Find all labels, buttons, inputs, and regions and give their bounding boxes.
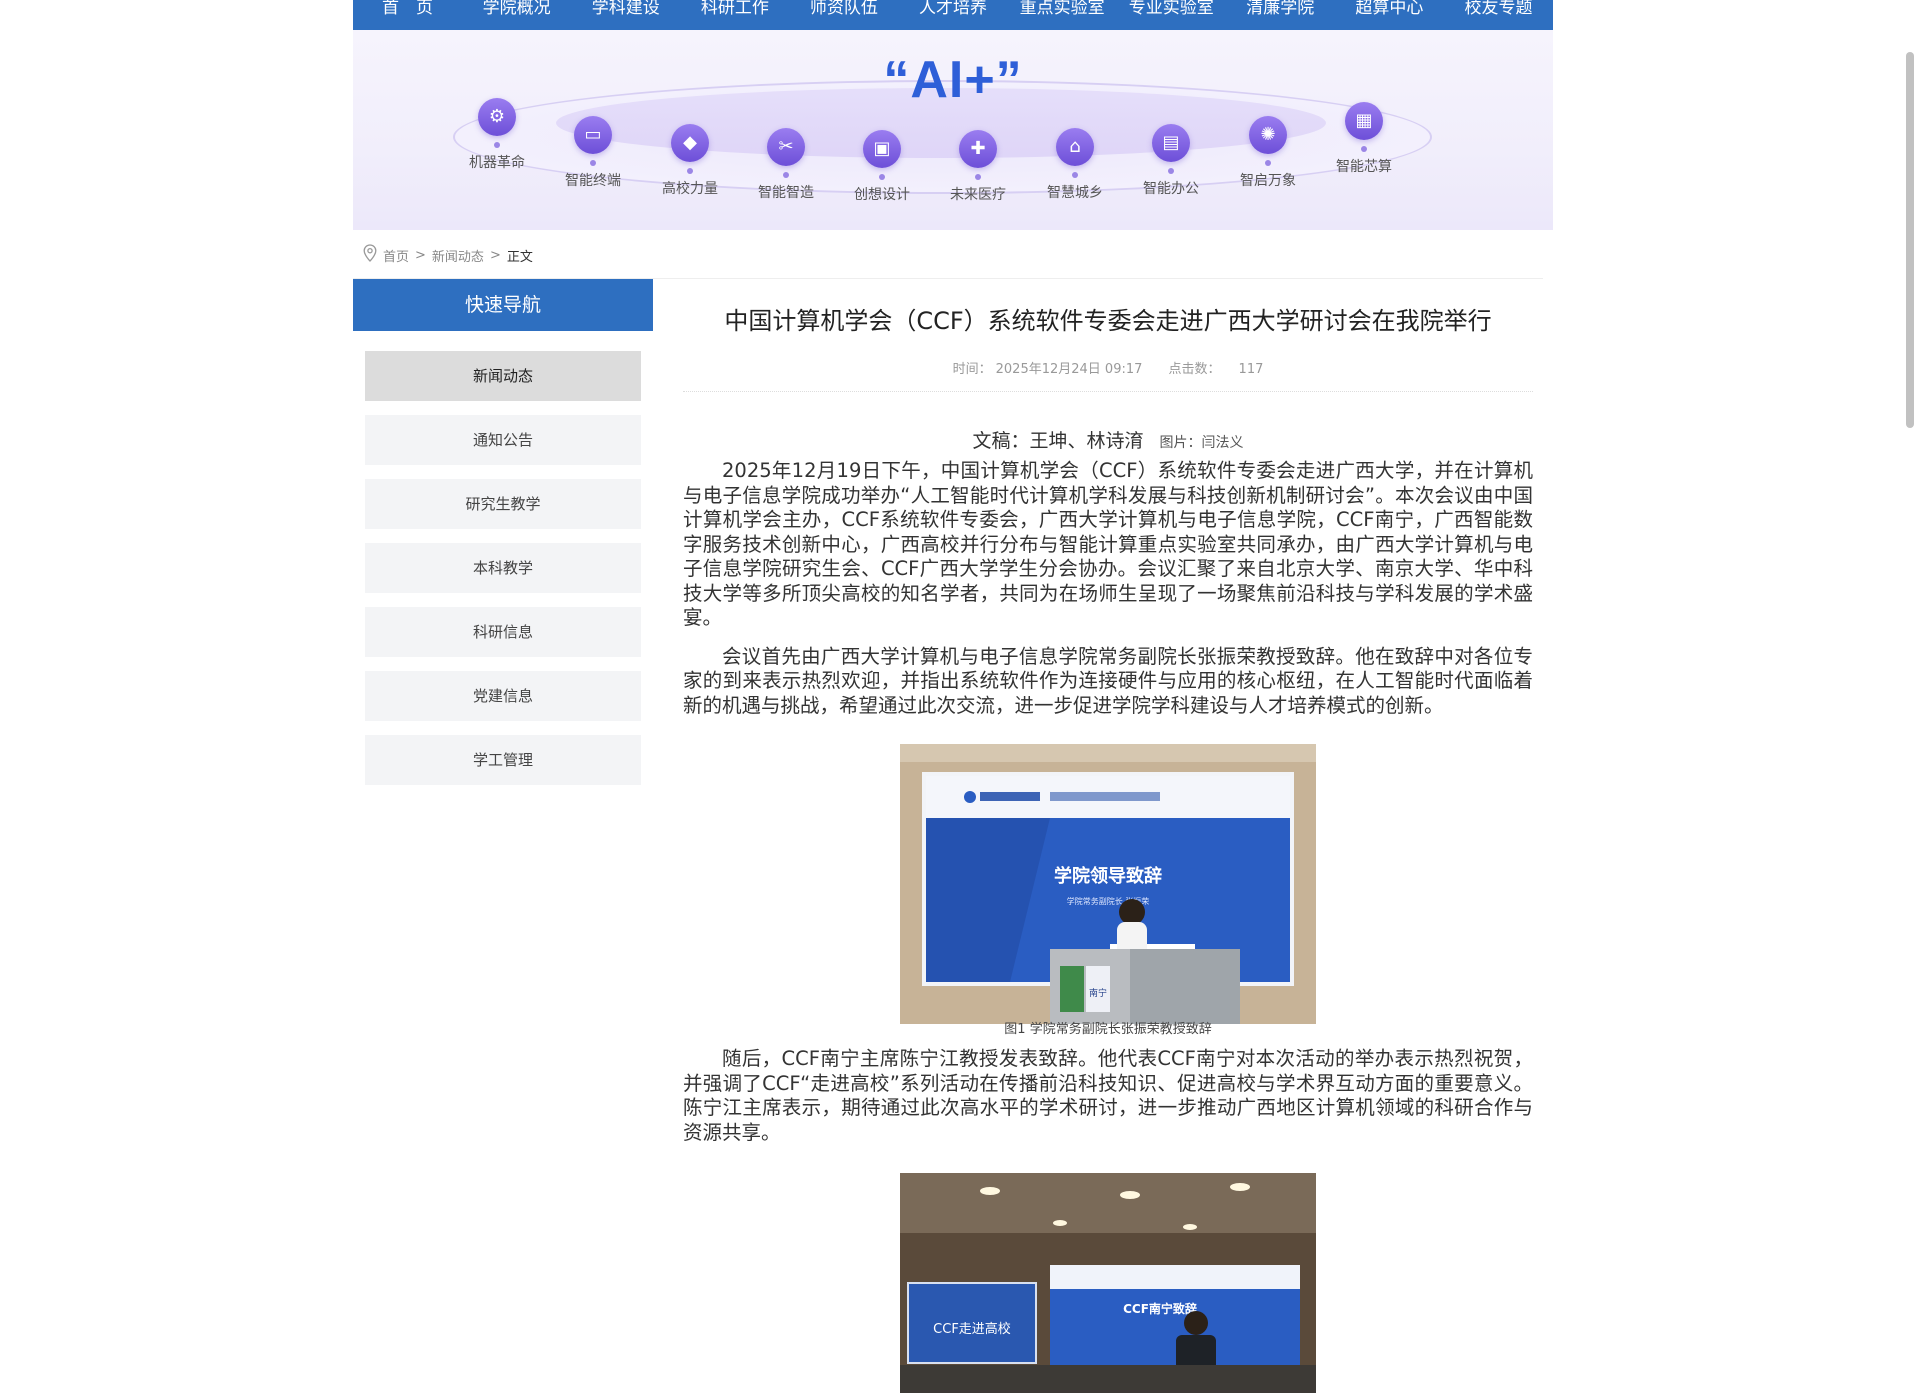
article-paragraph: 随后，CCF南宁主席陈宁江教授发表致辞。他代表CCF南宁对本次活动的举办表示热烈… [683, 1047, 1533, 1144]
banner-node-office: ▤ 智能办公 [1121, 124, 1221, 198]
nav-supercomputing[interactable]: 超算中心 [1335, 0, 1444, 23]
photo1-podium-text: 南宁 [1089, 987, 1107, 999]
nav-pro-lab[interactable]: 专业实验室 [1117, 0, 1226, 23]
location-pin-icon [363, 244, 377, 266]
banner-node-manufacturing: ✂ 智能智造 [736, 128, 836, 202]
nav-faculty[interactable]: 师资队伍 [789, 0, 898, 23]
medical-kit-icon: ✚ [959, 130, 997, 168]
hit-count: 117 [1238, 362, 1264, 377]
photo2-banner-text: CCF走进高校 [933, 1321, 1011, 1337]
sidebar-item-notices[interactable]: 通知公告 [365, 415, 641, 465]
nav-alumni[interactable]: 校友专题 [1444, 0, 1553, 23]
photo1-screen-title: 学院领导致辞 [1054, 865, 1162, 887]
breadcrumb-separator: > [415, 247, 426, 263]
banner-node-chip: ▦ 智能芯算 [1314, 102, 1414, 176]
byline-writer: 文稿：王坤、林诗淯 [972, 430, 1144, 452]
hits-label: 点击数： [1168, 362, 1221, 377]
breadcrumb: 首页 > 新闻动态 > 正文 [363, 244, 533, 266]
byline-photographer: 图片：闫法义 [1159, 435, 1244, 451]
nav-integrity[interactable]: 清廉学院 [1226, 0, 1335, 23]
banner-node-innovation: ✺ 智启万象 [1218, 116, 1318, 190]
sidebar-menu: 新闻动态 通知公告 研究生教学 本科教学 科研信息 党建信息 学工管理 [365, 351, 641, 799]
banner-node-city: ⌂ 智慧城乡 [1025, 128, 1125, 202]
article-paragraph: 会议首先由广西大学计算机与电子信息学院常务副院长张振荣教授致辞。他在致辞中对各位… [683, 644, 1533, 717]
article-paragraph: 2025年12月19日下午，中国计算机学会（CCF）系统软件专委会走进广西大学，… [683, 459, 1533, 629]
breadcrumb-current: 正文 [506, 249, 533, 265]
photo-caption: 图1 学院常务副院长张振荣教授致辞 [1004, 1022, 1212, 1037]
sidebar-item-research[interactable]: 科研信息 [365, 607, 641, 657]
nav-home[interactable]: 首 页 [353, 0, 462, 23]
banner-node-medical: ✚ 未来医疗 [928, 130, 1028, 204]
graduation-cap-icon: ◆ [671, 124, 709, 162]
nav-key-lab[interactable]: 重点实验室 [1008, 0, 1117, 23]
home-icon: ⌂ [1056, 128, 1094, 166]
nav-research[interactable]: 科研工作 [680, 0, 789, 23]
publish-time: 2025年12月24日 09:17 [995, 362, 1143, 377]
top-navigation: 首 页 学院概况 学科建设 科研工作 师资队伍 人才培养 重点实验室 专业实验室… [353, 0, 1553, 30]
nav-discipline[interactable]: 学科建设 [571, 0, 680, 23]
sidebar-item-news[interactable]: 新闻动态 [365, 351, 641, 401]
article-photo-2: CCF南宁致辞 CCF走进高校 [900, 1173, 1316, 1393]
tools-icon: ✂ [767, 128, 805, 166]
sidebar-item-party[interactable]: 党建信息 [365, 671, 641, 721]
sidebar-title: 快速导航 [353, 279, 653, 331]
time-label: 时间： [952, 362, 992, 377]
breadcrumb-separator: > [489, 247, 501, 263]
banner-headline: “AI+” [883, 51, 1023, 109]
article-photo-1: 学院领导致辞 学院常务副院长 张振荣 南宁 [900, 744, 1316, 1024]
article-title: 中国计算机学会（CCF）系统软件专委会走进广西大学研讨会在我院举行 [724, 307, 1492, 335]
robot-icon: ⚙ [478, 98, 516, 136]
terminal-icon: ▭ [574, 116, 612, 154]
banner-node-terminal: ▭ 智能终端 [543, 116, 643, 190]
banner-node-university: ◆ 高校力量 [640, 124, 740, 198]
article-byline: 文稿：王坤、林诗淯 图片：闫法义 [683, 426, 1533, 453]
ai-plus-banner: “AI+” ⚙ 机器革命 ▭ 智能终端 ◆ 高校力量 ✂ 智能智造 ▣ 创想设计… [353, 30, 1553, 230]
sidebar-item-graduate[interactable]: 研究生教学 [365, 479, 641, 529]
page-scrollbar[interactable] [1900, 0, 1920, 1400]
scrollbar-thumb[interactable] [1906, 52, 1914, 428]
article: 中国计算机学会（CCF）系统软件专委会走进广西大学研讨会在我院举行 时间： 202… [683, 280, 1533, 1393]
document-icon: ▤ [1152, 124, 1190, 162]
monitor-icon: ▣ [863, 130, 901, 168]
sidebar-item-undergraduate[interactable]: 本科教学 [365, 543, 641, 593]
sidebar-item-student-affairs[interactable]: 学工管理 [365, 735, 641, 785]
breadcrumb-home[interactable]: 首页 [383, 246, 409, 265]
article-meta: 时间： 2025年12月24日 09:17 点击数： 117 [683, 358, 1533, 392]
nav-talent[interactable]: 人才培养 [898, 0, 1007, 23]
atom-icon: ✺ [1249, 116, 1287, 154]
breadcrumb-section[interactable]: 新闻动态 [432, 246, 484, 265]
banner-node-robot: ⚙ 机器革命 [447, 98, 547, 172]
banner-node-design: ▣ 创想设计 [832, 130, 932, 204]
chip-icon: ▦ [1345, 102, 1383, 140]
photo2-screen-title: CCF南宁致辞 [1123, 1301, 1197, 1316]
nav-college-overview[interactable]: 学院概况 [462, 0, 571, 23]
